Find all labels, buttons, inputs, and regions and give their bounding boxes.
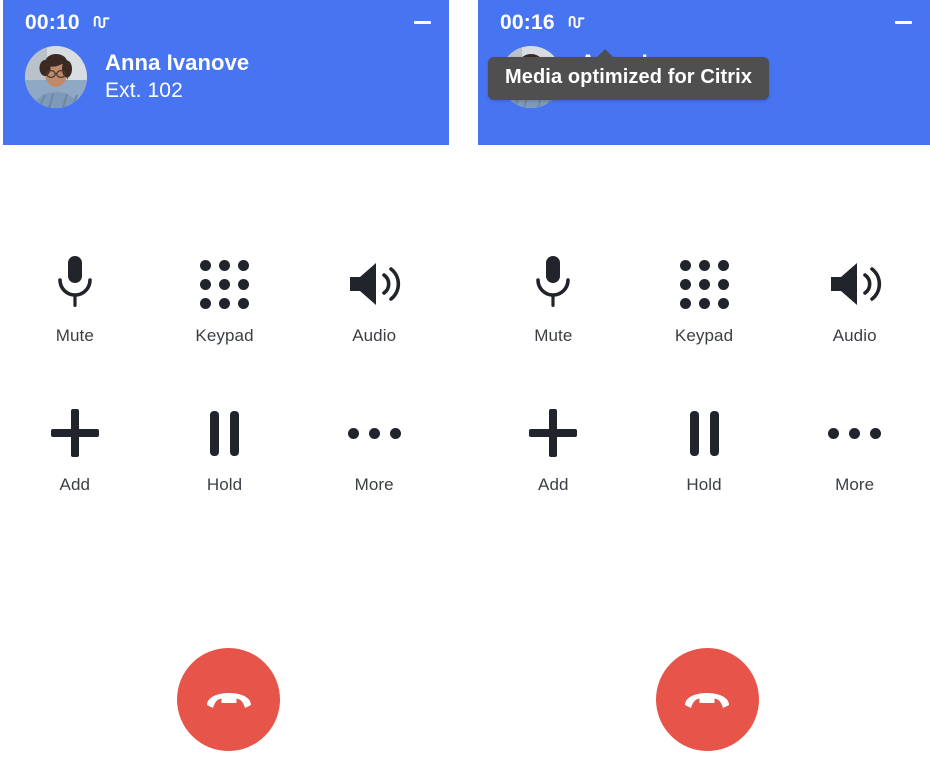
control-row-1: Mute Keypad Audio <box>0 253 449 344</box>
add-label: Add <box>538 475 569 494</box>
call-timer: 00:16 <box>500 10 555 34</box>
speaker-icon <box>346 253 402 315</box>
more-button[interactable]: More <box>299 402 449 493</box>
plus-icon <box>50 402 99 464</box>
audio-label: Audio <box>352 326 397 345</box>
minimize-button[interactable] <box>409 9 435 35</box>
waveform-icon[interactable] <box>92 11 114 33</box>
call-window-left: 00:10 Anna Ivanove Ext. 102 Mute Keypad … <box>0 0 449 776</box>
call-header: 00:16 Media optimized for Citrix <box>478 0 930 145</box>
add-button[interactable]: Add <box>0 402 150 493</box>
hangup-area <box>478 648 930 751</box>
hangup-phone-icon <box>203 683 255 716</box>
plus-icon <box>529 402 578 464</box>
control-row-2: Add Hold More <box>0 402 449 493</box>
minimize-icon <box>894 20 912 24</box>
add-button[interactable]: Add <box>478 402 629 493</box>
keypad-label: Keypad <box>195 326 254 345</box>
call-timer: 00:10 <box>25 10 80 34</box>
ellipsis-icon <box>828 402 882 464</box>
hold-label: Hold <box>206 475 243 494</box>
more-label: More <box>354 475 394 494</box>
minimize-icon <box>413 20 431 24</box>
mute-button[interactable]: Mute <box>478 253 629 344</box>
ellipsis-icon <box>347 402 401 464</box>
mute-label: Mute <box>55 326 94 345</box>
add-label: Add <box>59 475 91 494</box>
hangup-button[interactable] <box>655 648 759 751</box>
hold-button[interactable]: Hold <box>150 402 300 493</box>
keypad-button[interactable]: Keypad <box>150 253 300 344</box>
screenshot-stage: 00:10 Anna Ivanove Ext. 102 Mute Keypad … <box>0 0 930 776</box>
waveform-icon[interactable] <box>567 11 589 33</box>
mute-button[interactable]: Mute <box>0 253 150 344</box>
call-header: 00:10 Anna Ivanove Ext. 102 <box>3 0 449 145</box>
audio-label: Audio <box>832 326 877 345</box>
call-controls: Mute Keypad Audio Add Hold More <box>478 145 930 493</box>
avatar <box>25 46 87 108</box>
pause-icon <box>210 402 239 464</box>
hangup-button[interactable] <box>177 648 280 751</box>
caller-name: Anna Ivanove <box>105 50 250 76</box>
control-row-1: Mute Keypad Audio <box>478 253 930 344</box>
keypad-label: Keypad <box>674 326 734 345</box>
hangup-phone-icon <box>681 683 733 716</box>
header-topbar: 00:10 <box>3 0 449 44</box>
keypad-button[interactable]: Keypad <box>629 253 780 344</box>
mute-label: Mute <box>534 326 573 345</box>
call-window-right: 00:16 Media optimized for Citrix Mute Ke… <box>478 0 930 776</box>
speaker-icon <box>827 253 883 315</box>
caller-extension: Ext. 102 <box>105 79 183 103</box>
more-label: More <box>835 475 875 494</box>
microphone-icon <box>53 253 97 315</box>
more-button[interactable]: More <box>779 402 930 493</box>
control-row-2: Add Hold More <box>478 402 930 493</box>
pause-icon <box>689 402 719 464</box>
caller-text: Anna Ivanove Ext. 102 <box>105 49 249 104</box>
keypad-icon <box>679 253 729 315</box>
keypad-icon <box>200 253 249 315</box>
hold-label: Hold <box>686 475 722 494</box>
hangup-area <box>0 648 449 751</box>
header-topbar: 00:16 <box>478 0 930 44</box>
call-controls: Mute Keypad Audio Add Hold More <box>0 145 449 493</box>
audio-button[interactable]: Audio <box>299 253 449 344</box>
hold-button[interactable]: Hold <box>629 402 780 493</box>
microphone-icon <box>531 253 575 315</box>
minimize-button[interactable] <box>890 9 916 35</box>
caller-row: Anna Ivanove Ext. 102 <box>3 44 449 108</box>
citrix-optimization-tooltip: Media optimized for Citrix <box>488 49 770 100</box>
audio-button[interactable]: Audio <box>779 253 930 344</box>
